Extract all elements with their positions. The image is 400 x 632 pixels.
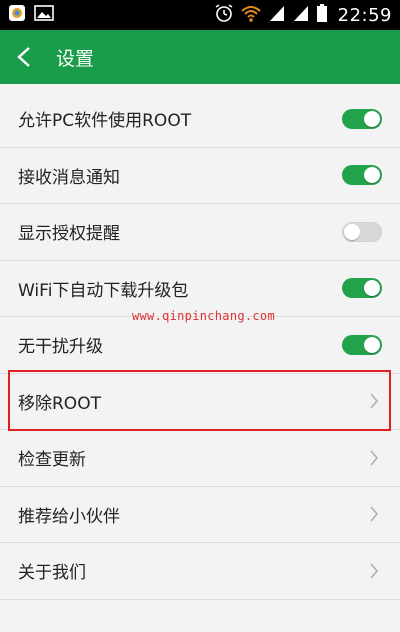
settings-row[interactable]: 无干扰升级 (0, 317, 400, 374)
app-header: 设置 (0, 30, 400, 84)
chevron-left-icon[interactable] (10, 43, 38, 71)
toggle-knob (364, 280, 380, 297)
chevron-right-icon (366, 449, 382, 467)
settings-list: 允许PC软件使用ROOT 接收消息通知 显示授权提醒 WiFi下自动下载升级包 无干扰升… (0, 91, 400, 600)
settings-row[interactable]: 接收消息通知 (0, 148, 400, 204)
toggle-knob (364, 336, 380, 353)
toggle-switch[interactable] (342, 108, 382, 129)
toggle-switch[interactable] (342, 165, 382, 186)
status-time: 22:59 (337, 4, 392, 26)
settings-row-label: 允许PC软件使用ROOT (18, 111, 192, 132)
chevron-right-icon (366, 562, 382, 580)
settings-row-label: 推荐给小伙伴 (18, 506, 120, 527)
chevron-right-icon (366, 505, 382, 523)
settings-row-label: 移除ROOT (18, 393, 101, 414)
signal-icon (292, 4, 310, 26)
settings-row[interactable]: 允许PC软件使用ROOT (0, 91, 400, 148)
watermark-text: www.qinpinchang.com (132, 309, 275, 323)
settings-row[interactable]: 移除ROOT (0, 374, 400, 430)
signal-icon (268, 4, 286, 26)
settings-row[interactable]: 关于我们 (0, 543, 400, 600)
wifi-icon (240, 3, 262, 27)
toggle-switch[interactable] (342, 334, 382, 355)
alarm-icon (214, 3, 234, 27)
settings-row-label: 接收消息通知 (18, 167, 120, 188)
settings-row-label: 显示授权提醒 (18, 224, 120, 245)
settings-row-label: 检查更新 (18, 450, 86, 471)
toggle-switch[interactable] (342, 278, 382, 299)
settings-row-label: 关于我们 (18, 563, 86, 584)
chevron-right-icon (366, 392, 382, 410)
toggle-knob (344, 223, 360, 240)
page-title: 设置 (56, 47, 95, 70)
settings-row[interactable]: 检查更新 (0, 430, 400, 487)
toggle-knob (364, 110, 380, 127)
battery-icon (316, 3, 328, 27)
settings-row-label: 无干扰升级 (18, 337, 103, 358)
image-notification-icon (34, 4, 54, 26)
settings-row[interactable]: 显示授权提醒 (0, 204, 400, 261)
toggle-switch[interactable] (342, 221, 382, 242)
toggle-knob (364, 167, 380, 184)
app-notification-icon (8, 4, 26, 26)
settings-row[interactable]: 推荐给小伙伴 (0, 487, 400, 543)
settings-row-label: WiFi下自动下载升级包 (18, 280, 189, 301)
status-bar: 22:59 (0, 0, 400, 30)
